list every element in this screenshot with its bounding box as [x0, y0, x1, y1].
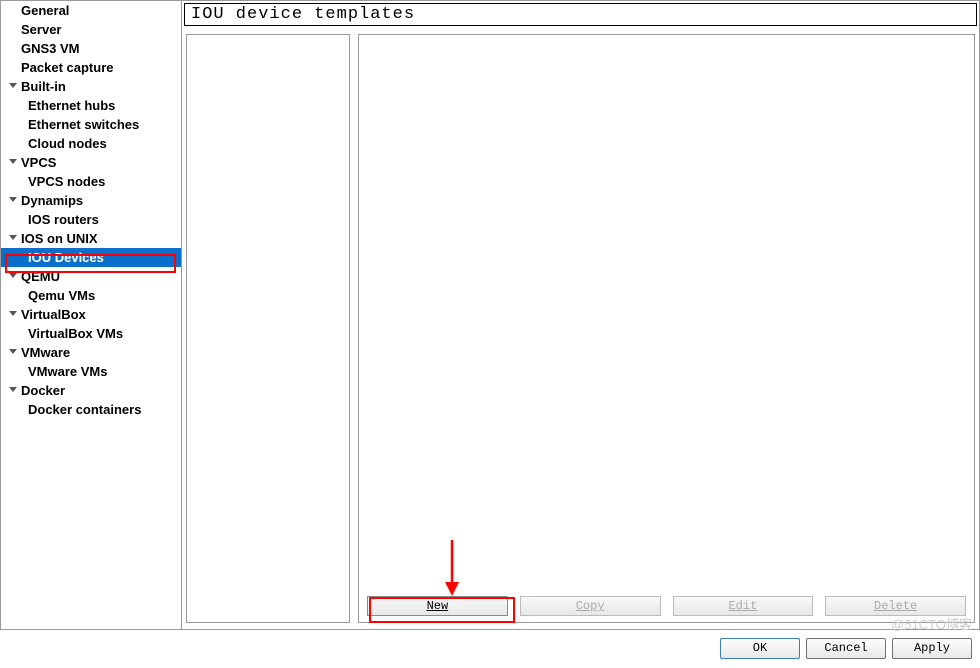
panels-container: New Copy Edit Delete [184, 34, 977, 627]
sidebar-item-builtin[interactable]: Built-in [1, 77, 181, 96]
section-title: IOU device templates [184, 3, 977, 26]
sidebar-item-virtualbox-vms[interactable]: VirtualBox VMs [1, 324, 181, 343]
sidebar-item-general[interactable]: General [1, 1, 181, 20]
apply-button[interactable]: Apply [892, 638, 972, 659]
templates-list-panel[interactable] [186, 34, 350, 623]
preferences-dialog: General Server GNS3 VM Packet capture Bu… [0, 0, 980, 630]
sidebar-item-vpcs-nodes[interactable]: VPCS nodes [1, 172, 181, 191]
template-details-panel: New Copy Edit Delete [358, 34, 975, 623]
sidebar-item-ethernet-hubs[interactable]: Ethernet hubs [1, 96, 181, 115]
delete-button: Delete [825, 596, 966, 616]
sidebar-item-dynamips[interactable]: Dynamips [1, 191, 181, 210]
sidebar-item-qemu[interactable]: QEMU [1, 267, 181, 286]
sidebar-item-packet-capture[interactable]: Packet capture [1, 58, 181, 77]
sidebar-item-gns3vm[interactable]: GNS3 VM [1, 39, 181, 58]
sidebar-item-cloud-nodes[interactable]: Cloud nodes [1, 134, 181, 153]
sidebar-item-virtualbox[interactable]: VirtualBox [1, 305, 181, 324]
sidebar-item-ethernet-switches[interactable]: Ethernet switches [1, 115, 181, 134]
sidebar-item-docker-containers[interactable]: Docker containers [1, 400, 181, 419]
dialog-button-row: OK Cancel Apply [0, 630, 980, 666]
cancel-button[interactable]: Cancel [806, 638, 886, 659]
edit-button: Edit [673, 596, 814, 616]
panel-button-row: New Copy Edit Delete [359, 590, 974, 622]
content-area: IOU device templates New Copy Edit Delet… [182, 1, 979, 629]
sidebar-item-vmware-vms[interactable]: VMware VMs [1, 362, 181, 381]
sidebar-item-vpcs[interactable]: VPCS [1, 153, 181, 172]
sidebar-item-iou-devices[interactable]: IOU Devices [1, 248, 181, 267]
sidebar-item-qemu-vms[interactable]: Qemu VMs [1, 286, 181, 305]
sidebar-item-vmware[interactable]: VMware [1, 343, 181, 362]
sidebar-item-ios-on-unix[interactable]: IOS on UNIX [1, 229, 181, 248]
sidebar-item-ios-routers[interactable]: IOS routers [1, 210, 181, 229]
sidebar-item-server[interactable]: Server [1, 20, 181, 39]
sidebar-tree: General Server GNS3 VM Packet capture Bu… [1, 1, 182, 629]
sidebar-item-docker[interactable]: Docker [1, 381, 181, 400]
new-button[interactable]: New [367, 596, 508, 616]
copy-button: Copy [520, 596, 661, 616]
template-details-content [359, 35, 974, 590]
ok-button[interactable]: OK [720, 638, 800, 659]
